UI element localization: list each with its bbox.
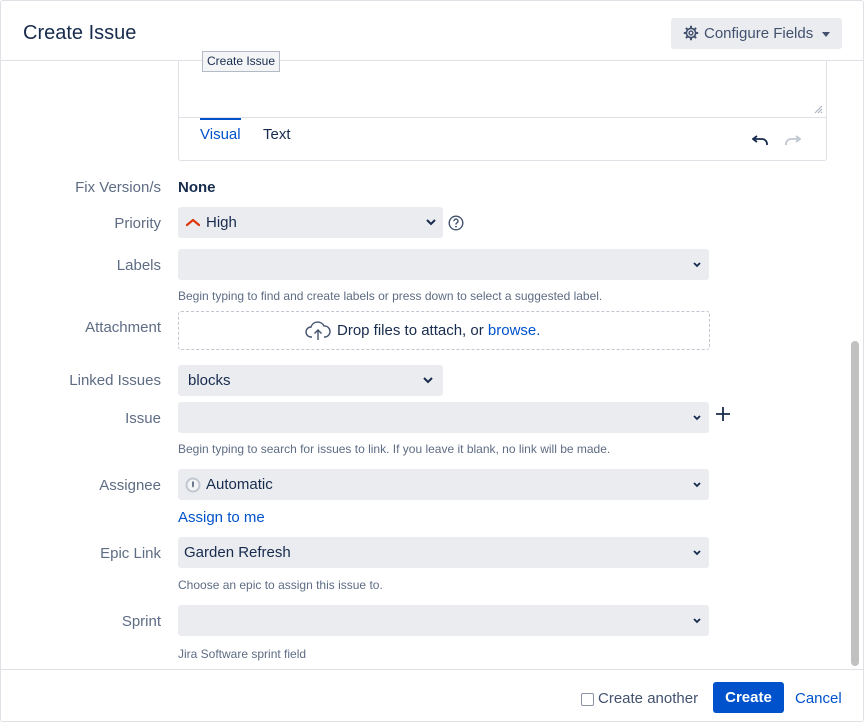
issue-label: Issue — [125, 410, 161, 427]
page-title: Create Issue — [23, 22, 137, 44]
dialog-footer: Create another Create Cancel — [1, 669, 863, 721]
tab-visual[interactable]: Visual — [200, 118, 241, 143]
sprint-select[interactable] — [178, 605, 709, 636]
fix-version-value: None — [178, 179, 216, 196]
labels-input[interactable] — [178, 249, 709, 280]
tab-text[interactable]: Text — [263, 126, 291, 143]
gear-icon — [683, 25, 699, 41]
cloud-upload-icon — [305, 321, 331, 340]
priority-high-icon — [186, 218, 200, 227]
configure-fields-label: Configure Fields — [704, 25, 814, 42]
undo-icon[interactable] — [752, 133, 770, 147]
linked-issues-label: Linked Issues — [69, 372, 161, 389]
epic-link-help: Choose an epic to assign this issue to. — [178, 578, 383, 592]
plus-icon[interactable] — [715, 406, 731, 422]
chevron-down-icon — [693, 415, 701, 421]
description-editor: Visual Text — [178, 61, 827, 161]
create-another-label[interactable]: Create another — [598, 690, 698, 707]
avatar-icon — [185, 477, 201, 493]
caret-down-icon — [822, 32, 830, 37]
configure-fields-button[interactable]: Configure Fields — [671, 18, 842, 49]
chevron-down-icon — [693, 262, 701, 268]
fix-version-label: Fix Version/s — [75, 179, 161, 196]
priority-select[interactable]: High — [178, 207, 443, 238]
linked-issues-select[interactable]: blocks — [178, 365, 443, 396]
dialog-header: Create Issue Configure Fields — [1, 1, 863, 61]
sprint-label: Sprint — [121, 613, 161, 630]
redo-icon[interactable] — [783, 133, 801, 147]
attachment-drop-text: Drop files to attach, or browse. — [337, 322, 540, 339]
assignee-select[interactable]: Automatic — [178, 469, 709, 500]
cancel-button[interactable]: Cancel — [795, 690, 842, 707]
chevron-down-icon — [693, 482, 701, 488]
assign-to-me-link[interactable]: Assign to me — [178, 509, 265, 526]
chevron-down-icon — [693, 550, 701, 556]
priority-value: High — [206, 214, 237, 231]
sprint-help: Jira Software sprint field — [178, 647, 307, 661]
labels-label: Labels — [116, 257, 161, 274]
resize-handle-icon[interactable] — [814, 105, 823, 114]
chevron-down-icon — [426, 219, 436, 226]
epic-link-select[interactable]: Garden Refresh — [178, 537, 709, 568]
attachment-label: Attachment — [85, 319, 161, 336]
browse-link[interactable]: browse. — [488, 322, 541, 339]
tooltip: Create Issue — [202, 51, 281, 72]
assignee-value: Automatic — [206, 476, 273, 493]
issue-help: Begin typing to search for issues to lin… — [178, 442, 611, 456]
epic-link-value: Garden Refresh — [184, 544, 291, 561]
issue-input[interactable] — [178, 402, 709, 433]
drop-text: Drop files to attach, or — [337, 322, 488, 339]
priority-label: Priority — [114, 215, 161, 232]
attachment-dropzone[interactable]: Drop files to attach, or browse. — [178, 311, 710, 350]
chevron-down-icon — [693, 618, 701, 624]
labels-help: Begin typing to find and create labels o… — [178, 289, 603, 303]
scrollbar-thumb[interactable] — [851, 341, 859, 666]
create-another-checkbox[interactable] — [581, 693, 594, 706]
assignee-label: Assignee — [99, 477, 161, 494]
create-issue-dialog: Visual Text Fix Version/s None Priority … — [0, 0, 864, 722]
chevron-down-icon — [423, 377, 433, 384]
linked-issues-value: blocks — [188, 372, 231, 389]
help-icon[interactable] — [448, 215, 464, 231]
create-button[interactable]: Create — [713, 682, 784, 713]
epic-link-label: Epic Link — [100, 545, 161, 562]
